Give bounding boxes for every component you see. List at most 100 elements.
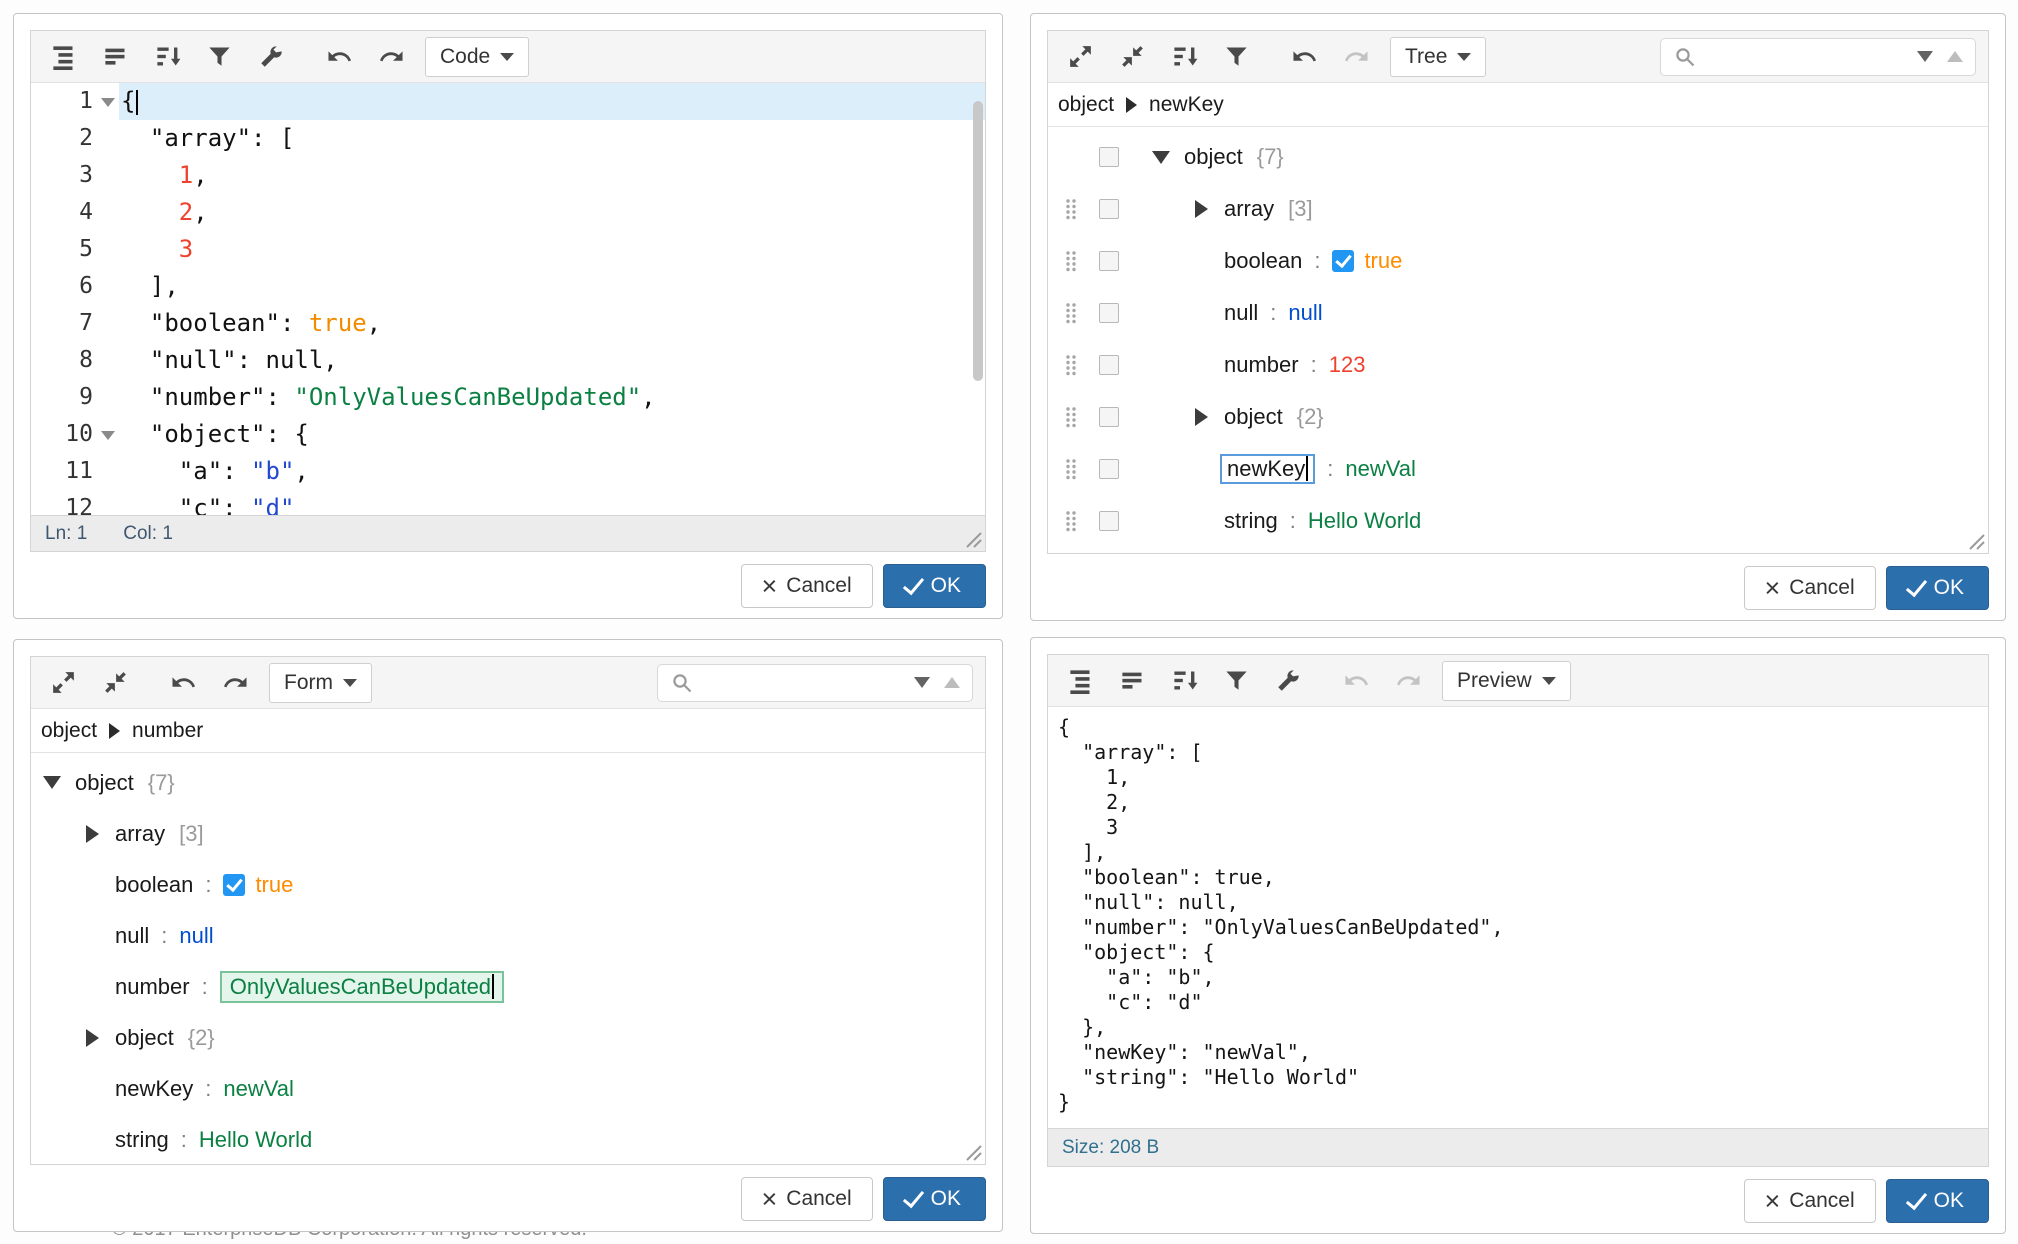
mode-dropdown-tree[interactable]: Tree	[1390, 37, 1486, 77]
line-number[interactable]: 7	[31, 305, 119, 342]
code-content[interactable]: { "array": [ 1, 2, 3 ], "boolean": true,…	[119, 83, 985, 515]
field-value[interactable]: null	[1288, 300, 1322, 326]
context-menu-button[interactable]	[1099, 199, 1119, 219]
repair-json-icon[interactable]	[251, 37, 291, 77]
drag-handle-icon[interactable]	[1056, 302, 1086, 325]
format-json-icon[interactable]	[1060, 661, 1100, 701]
transform-filter-icon[interactable]	[1216, 37, 1256, 77]
line-number[interactable]: 3	[31, 157, 119, 194]
compact-json-icon[interactable]	[1112, 661, 1152, 701]
context-menu-button[interactable]	[1099, 147, 1119, 167]
undo-icon[interactable]	[1284, 37, 1324, 77]
field-name-editing[interactable]: newKey	[1220, 454, 1315, 484]
context-menu-button[interactable]	[1099, 251, 1119, 271]
line-number[interactable]: 8	[31, 342, 119, 379]
fold-toggle-icon[interactable]	[101, 431, 115, 440]
mode-dropdown-preview[interactable]: Preview	[1442, 661, 1571, 701]
expand-node-icon[interactable]	[79, 825, 105, 843]
code-line[interactable]: 3	[119, 231, 985, 268]
field-value[interactable]: newVal	[1345, 456, 1416, 482]
sort-icon[interactable]	[1164, 37, 1204, 77]
line-number[interactable]: 2	[31, 120, 119, 157]
field-value[interactable]: true	[255, 872, 293, 898]
search-input[interactable]	[702, 665, 906, 701]
scrollbar-thumb[interactable]	[973, 101, 983, 381]
field-value[interactable]: newVal	[223, 1076, 294, 1102]
undo-icon[interactable]	[319, 37, 359, 77]
field-name[interactable]: boolean	[115, 872, 193, 898]
field-name[interactable]: object	[75, 770, 134, 796]
code-line[interactable]: 1,	[119, 157, 985, 194]
field-name[interactable]: newKey	[115, 1076, 193, 1102]
format-json-icon[interactable]	[43, 37, 83, 77]
search-box[interactable]	[657, 664, 973, 702]
cancel-button[interactable]: × Cancel	[741, 1177, 873, 1221]
fold-toggle-icon[interactable]	[101, 98, 115, 107]
code-line[interactable]: "array": [	[119, 120, 985, 157]
drag-handle-icon[interactable]	[1056, 198, 1086, 221]
field-name[interactable]: array	[1224, 196, 1274, 222]
sort-icon[interactable]	[1164, 661, 1204, 701]
redo-icon[interactable]	[215, 663, 255, 703]
field-name[interactable]: object	[1184, 144, 1243, 170]
field-name[interactable]: null	[115, 923, 149, 949]
breadcrumb-current[interactable]: newKey	[1149, 93, 1224, 117]
line-number[interactable]: 9	[31, 379, 119, 416]
code-line[interactable]: "null": null,	[119, 342, 985, 379]
field-name[interactable]: string	[115, 1127, 169, 1153]
code-line[interactable]: {	[119, 83, 985, 120]
collapse-all-icon[interactable]	[95, 663, 135, 703]
search-previous-icon[interactable]	[1947, 51, 1963, 62]
cancel-button[interactable]: × Cancel	[1744, 1179, 1876, 1223]
context-menu-button[interactable]	[1099, 355, 1119, 375]
collapse-node-icon[interactable]	[39, 776, 65, 789]
drag-handle-icon[interactable]	[1056, 406, 1086, 429]
resize-grip-icon[interactable]	[963, 529, 983, 549]
resize-grip-icon[interactable]	[1966, 531, 1986, 551]
redo-icon[interactable]	[371, 37, 411, 77]
context-menu-button[interactable]	[1099, 303, 1119, 323]
repair-json-icon[interactable]	[1268, 661, 1308, 701]
line-number[interactable]: 5	[31, 231, 119, 268]
breadcrumb-root[interactable]: object	[41, 719, 97, 743]
code-line[interactable]: "object": {	[119, 416, 985, 453]
field-value[interactable]: Hello World	[199, 1127, 312, 1153]
field-value[interactable]: 123	[1329, 352, 1366, 378]
compact-json-icon[interactable]	[95, 37, 135, 77]
line-number[interactable]: 1	[31, 83, 119, 120]
drag-handle-icon[interactable]	[1056, 510, 1086, 533]
line-number[interactable]: 11	[31, 453, 119, 490]
search-input[interactable]	[1705, 39, 1909, 75]
cancel-button[interactable]: × Cancel	[741, 564, 873, 608]
field-value[interactable]: null	[179, 923, 213, 949]
search-previous-icon[interactable]	[944, 677, 960, 688]
field-name[interactable]: number	[115, 974, 190, 1000]
mode-dropdown-code[interactable]: Code	[425, 37, 529, 77]
line-number[interactable]: 10	[31, 416, 119, 453]
vertical-scrollbar[interactable]	[971, 83, 985, 515]
field-name[interactable]: object	[115, 1025, 174, 1051]
field-value[interactable]: Hello World	[1308, 508, 1421, 534]
field-value[interactable]: true	[1364, 248, 1402, 274]
expand-node-icon[interactable]	[79, 1029, 105, 1047]
expand-node-icon[interactable]	[1188, 200, 1214, 218]
code-line[interactable]: 2,	[119, 194, 985, 231]
breadcrumb-current[interactable]: number	[132, 719, 203, 743]
field-name[interactable]: number	[1224, 352, 1299, 378]
collapse-all-icon[interactable]	[1112, 37, 1152, 77]
drag-handle-icon[interactable]	[1056, 354, 1086, 377]
line-number[interactable]: 12	[31, 490, 119, 515]
code-line[interactable]: "c": "d"	[119, 490, 985, 515]
search-box[interactable]	[1660, 38, 1976, 76]
field-name[interactable]: object	[1224, 404, 1283, 430]
resize-grip-icon[interactable]	[963, 1142, 983, 1162]
code-area[interactable]: 123456789101112 { "array": [ 1, 2, 3 ], …	[31, 83, 985, 515]
cancel-button[interactable]: × Cancel	[1744, 566, 1876, 610]
ok-button[interactable]: OK	[883, 564, 986, 608]
code-line[interactable]: ],	[119, 268, 985, 305]
expand-node-icon[interactable]	[1188, 408, 1214, 426]
field-name[interactable]: null	[1224, 300, 1258, 326]
drag-handle-icon[interactable]	[1056, 458, 1086, 481]
collapse-node-icon[interactable]	[1148, 151, 1174, 164]
field-value-editing[interactable]: OnlyValuesCanBeUpdated	[220, 971, 504, 1003]
